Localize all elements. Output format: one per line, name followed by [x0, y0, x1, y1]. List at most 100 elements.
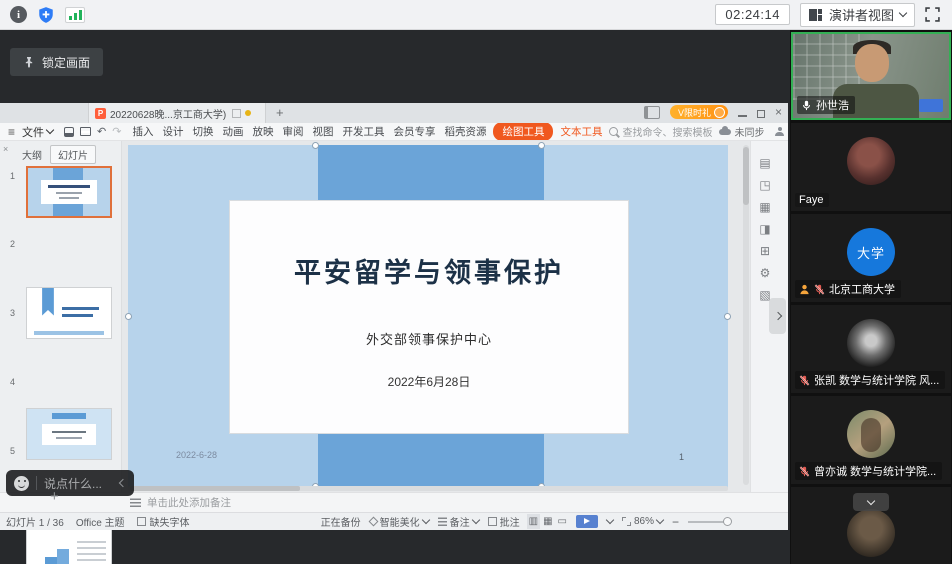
fullscreen-icon[interactable] [925, 7, 940, 22]
print-icon[interactable] [80, 127, 91, 136]
redo-icon[interactable]: ↷ [112, 127, 121, 137]
participant-tile[interactable]: Faye [791, 123, 951, 211]
minimize-button[interactable] [738, 115, 747, 117]
collapse-chat-icon[interactable] [119, 479, 127, 487]
chevron-down-icon[interactable] [606, 516, 614, 524]
participant-tile-partial[interactable] [791, 487, 951, 564]
participant-tile[interactable]: 大学 北京工商大学 [791, 214, 951, 302]
divider [36, 476, 37, 490]
avatar: 大学 [847, 228, 895, 276]
participant-tile-speaker[interactable]: 孙世浩 [791, 32, 951, 120]
promo-avatar [714, 107, 725, 118]
scroll-down-button[interactable] [853, 493, 889, 511]
thumb-number: 4 [10, 377, 15, 387]
chevron-right-icon [773, 312, 781, 320]
menu-animation[interactable]: 动画 [222, 124, 243, 139]
participant-name: 张凯 数学与统计学院 风... [814, 372, 939, 388]
file-menu[interactable]: 文件 [22, 124, 53, 140]
chevron-down-icon [421, 516, 429, 524]
panel-tool-icon-layout[interactable]: ◳ [757, 177, 773, 193]
menu-member[interactable]: 会员专享 [393, 124, 435, 139]
meeting-topbar: i 02:24:14 演讲者视图 [0, 0, 952, 30]
info-icon[interactable]: i [10, 6, 27, 23]
draw-tools-pill[interactable]: 绘图工具 [493, 123, 553, 141]
lock-view-button[interactable]: 锁定画面 [10, 48, 103, 76]
menu-docer[interactable]: 稻壳资源 [444, 124, 486, 139]
missing-fonts-label: 缺失字体 [150, 514, 190, 529]
vip-promo-pill[interactable]: V限时礼 [670, 105, 728, 119]
collaborate-button[interactable]: 协作 [775, 124, 788, 139]
normal-view-icon[interactable]: ▥ [529, 516, 538, 527]
hamburger-icon[interactable]: ≡ [8, 125, 15, 139]
tab-outline[interactable]: 大纲 [22, 147, 42, 162]
interface-mode-icon[interactable] [644, 106, 660, 119]
slide-thumbnail-3[interactable] [26, 408, 112, 460]
close-button[interactable]: × [775, 105, 782, 119]
magic-wand-icon [368, 517, 378, 527]
undo-icon[interactable]: ↶ [97, 127, 106, 137]
view-mode-selector[interactable]: 演讲者视图 [800, 3, 915, 27]
selection-handle[interactable] [125, 313, 132, 320]
save-icon[interactable] [64, 127, 74, 137]
missing-fonts-button[interactable]: 缺失字体 [137, 514, 190, 529]
slide-footer-date: 2022-6-28 [176, 450, 217, 460]
wps-body: × 大纲 幻灯片 1 2 3 [0, 141, 788, 492]
command-search[interactable]: 查找命令、搜索模板 [609, 124, 712, 139]
slide-thumbnail-1[interactable] [26, 166, 112, 218]
new-tab-button[interactable]: + [276, 105, 284, 120]
person-icon [775, 127, 784, 136]
cloud-sync-status[interactable]: 未同步 [719, 124, 764, 139]
document-tab[interactable]: P 20220628晚...京工商大学) (1) [88, 103, 266, 123]
zoom-slider-thumb[interactable] [723, 517, 732, 526]
notes-toggle-button[interactable]: 备注 [438, 514, 479, 529]
selection-handle[interactable] [724, 313, 731, 320]
menu-insert[interactable]: 插入 [132, 124, 153, 139]
chat-quick-bar[interactable]: 说点什么... [6, 470, 134, 496]
zoom-out-button[interactable]: − [672, 515, 679, 529]
comments-button[interactable]: 批注 [488, 514, 520, 529]
beautify-button[interactable]: 智能美化 [370, 514, 429, 529]
thumb-number: 3 [10, 308, 15, 318]
tab-state-icon [232, 109, 241, 118]
horizontal-scrollbar[interactable] [128, 486, 728, 491]
slideshow-play-button[interactable] [576, 515, 598, 528]
text-tools-tab[interactable]: 文本工具 [560, 124, 602, 139]
slide-sorter-icon[interactable]: ▦ [543, 516, 552, 527]
panel-tool-icon-properties[interactable]: ▤ [757, 155, 773, 171]
panel-tool-icon-template[interactable]: ▦ [757, 199, 773, 215]
panel-tool-icon-color[interactable]: ◨ [757, 221, 773, 237]
panel-tool-icon-insert[interactable]: ⊞ [757, 243, 773, 259]
participant-tile[interactable]: 张凯 数学与统计学院 风... [791, 305, 951, 393]
network-signal-icon[interactable] [65, 7, 85, 23]
selection-handle[interactable] [312, 142, 319, 149]
slide-thumbnail-4[interactable] [26, 529, 112, 564]
menu-review[interactable]: 审阅 [282, 124, 303, 139]
emoji-icon[interactable] [14, 476, 29, 491]
mic-muted-icon [814, 284, 825, 295]
menu-transition[interactable]: 切换 [192, 124, 213, 139]
zoom-control[interactable]: 86% [622, 516, 663, 527]
restore-button[interactable] [757, 110, 765, 118]
tab-slides[interactable]: 幻灯片 [50, 145, 96, 164]
panel-close-icon[interactable]: × [3, 144, 8, 154]
zoom-slider[interactable] [688, 521, 730, 523]
reading-view-icon[interactable]: ▭ [558, 516, 567, 527]
chevron-down-icon [867, 496, 875, 504]
panel-tool-icon-settings[interactable]: ⚙ [757, 265, 773, 281]
menu-view[interactable]: 视图 [312, 124, 333, 139]
slide-canvas[interactable]: 平安留学与领事保护 外交部领事保护中心 2022年6月28日 2022-6-28… [122, 141, 750, 492]
current-slide[interactable]: 平安留学与领事保护 外交部领事保护中心 2022年6月28日 2022-6-28… [128, 145, 728, 488]
menu-slideshow[interactable]: 放映 [252, 124, 273, 139]
participant-tile[interactable]: 曾亦诚 数学与统计学院... [791, 396, 951, 484]
pin-icon [23, 56, 35, 68]
new-slide-plus-icon[interactable]: + [50, 488, 59, 505]
slide-title-card[interactable]: 平安留学与领事保护 外交部领事保护中心 2022年6月28日 [230, 201, 628, 433]
selection-handle[interactable] [538, 142, 545, 149]
theme-name[interactable]: Office 主题 [76, 514, 125, 529]
menu-developer[interactable]: 开发工具 [342, 124, 384, 139]
vertical-scrollbar[interactable] [743, 145, 749, 485]
slide-thumbnail-2[interactable] [26, 287, 112, 339]
security-shield-icon[interactable] [37, 6, 55, 24]
menu-design[interactable]: 设计 [162, 124, 183, 139]
collapse-sidebar-handle[interactable] [769, 298, 786, 334]
